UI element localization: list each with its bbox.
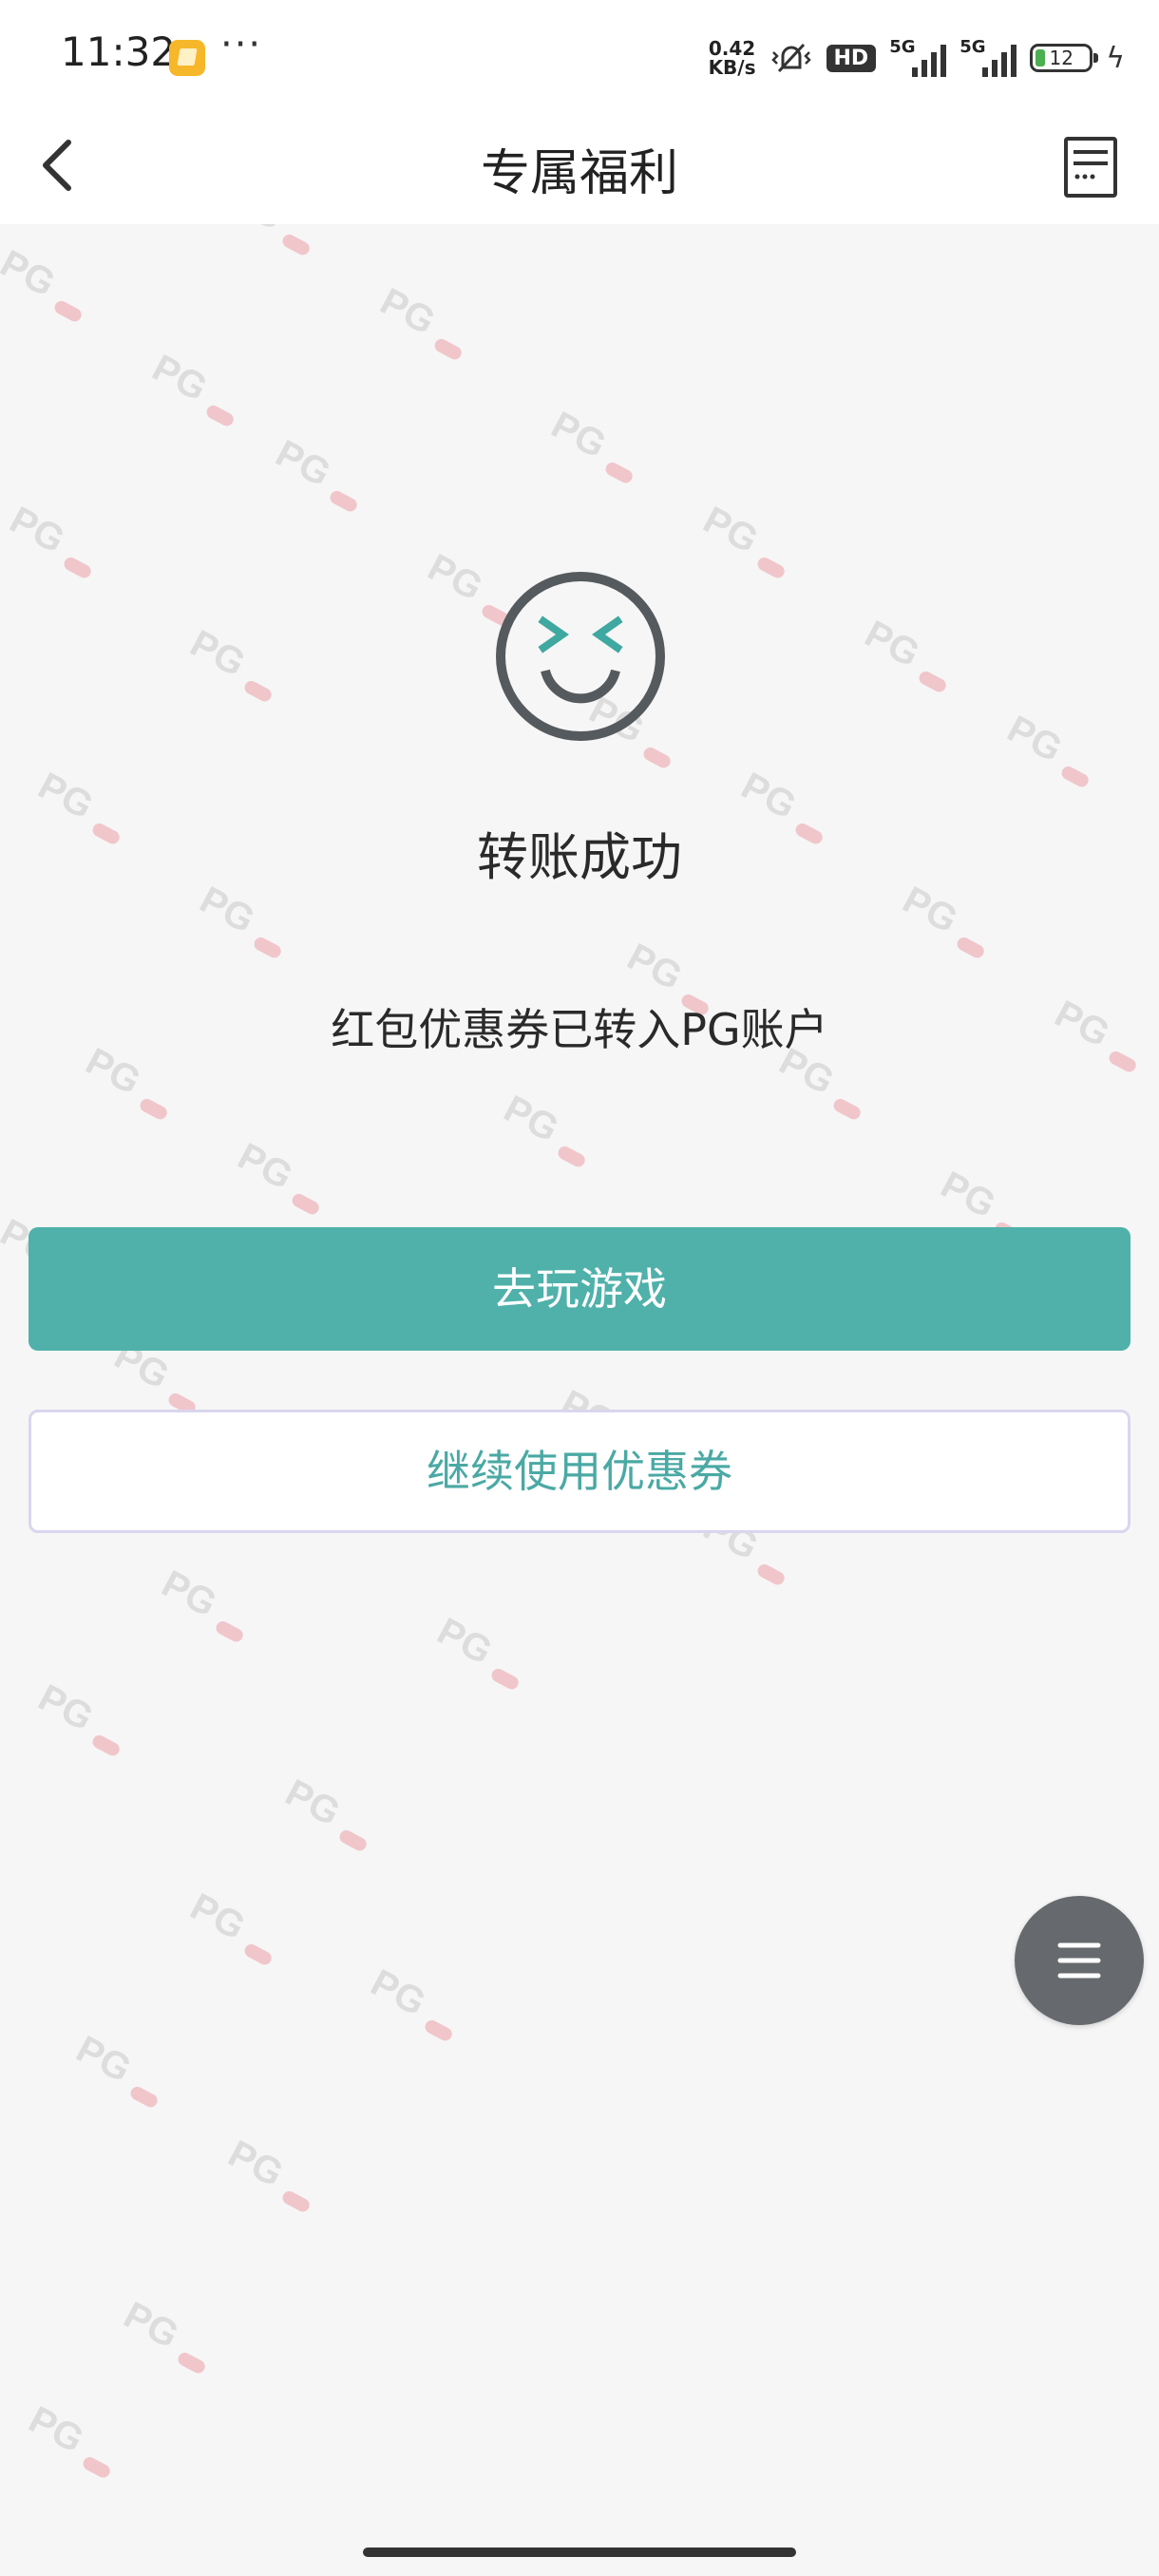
watermark: PG xyxy=(620,936,689,999)
success-title: 转账成功 xyxy=(477,827,682,887)
smiley-face-icon xyxy=(496,572,665,741)
hamburger-menu-icon xyxy=(1057,1942,1101,1979)
status-time: 11:32 xyxy=(61,28,177,75)
signal-strength-icon: 5G xyxy=(889,37,947,77)
watermark: PG xyxy=(221,2132,290,2196)
nav-bar: 专属福利 xyxy=(0,114,1159,224)
watermark: PG xyxy=(0,242,62,306)
status-bar: 11:32 ··· 0.42 KB/s HD 5G 5G 12 ϟ xyxy=(0,0,1159,114)
watermark: PG xyxy=(69,2028,138,2092)
watermark: PG xyxy=(155,1563,223,1626)
watermark: PG xyxy=(183,622,252,686)
watermark: PG xyxy=(934,1164,1002,1227)
battery-icon: 12 xyxy=(1030,44,1099,72)
play-game-button[interactable]: 去玩游戏 xyxy=(28,1227,1130,1351)
watermark: PG xyxy=(544,404,613,467)
signal-strength-icon-2: 5G xyxy=(960,37,1017,77)
records-button[interactable] xyxy=(1053,129,1129,205)
watermark: PG xyxy=(278,1771,347,1835)
network-speed-unit: KB/s xyxy=(708,56,756,79)
watermark: PG xyxy=(430,1610,499,1674)
signal-type-label-2: 5G xyxy=(960,37,986,57)
watermark: PG xyxy=(269,432,337,496)
watermark: PG xyxy=(858,613,926,676)
document-list-icon xyxy=(1064,137,1117,198)
watermark: PG xyxy=(696,499,765,562)
page-title: 专属福利 xyxy=(480,145,678,202)
watermark: PG xyxy=(117,2294,185,2358)
watermark: PG xyxy=(497,1088,565,1151)
watermark: PG xyxy=(31,1676,100,1740)
watermark: PG xyxy=(22,2398,90,2462)
watermark: PG xyxy=(3,499,71,562)
mute-vibrate-icon xyxy=(770,43,811,73)
watermark: PG xyxy=(183,1885,252,1949)
notification-app-icon xyxy=(169,40,205,76)
charging-icon: ϟ xyxy=(1106,41,1125,75)
home-indicator[interactable] xyxy=(363,2548,796,2557)
network-speed: 0.42 KB/s xyxy=(709,39,756,77)
hd-voice-badge: HD xyxy=(826,44,877,72)
watermark: PG xyxy=(1000,708,1069,771)
signal-type-label: 5G xyxy=(889,37,916,57)
watermark: PG xyxy=(364,1961,432,2025)
floating-menu-button[interactable] xyxy=(1015,1896,1144,2025)
status-indicators: 0.42 KB/s HD 5G 5G 12 ϟ xyxy=(709,34,1125,82)
success-description: 红包优惠券已转入PG账户 xyxy=(331,1004,828,1055)
battery-level: 12 xyxy=(1049,47,1074,69)
more-notifications-icon: ··· xyxy=(220,23,263,66)
watermark: PG xyxy=(231,1135,299,1199)
watermark: PG xyxy=(373,280,442,344)
continue-using-coupon-button[interactable]: 继续使用优惠券 xyxy=(28,1410,1130,1533)
network-speed-value: 0.42 xyxy=(708,37,756,60)
watermark: PG xyxy=(221,224,290,239)
watermark: PG xyxy=(145,347,214,410)
watermark: PG xyxy=(421,546,489,610)
